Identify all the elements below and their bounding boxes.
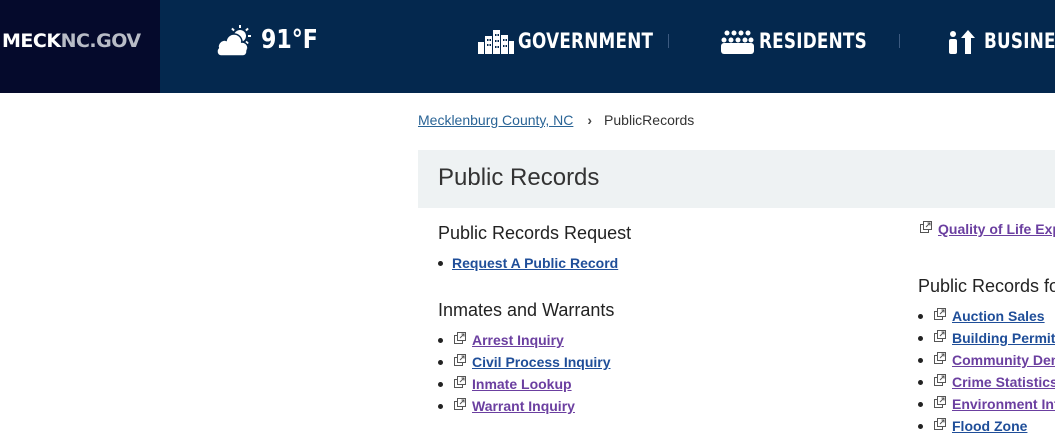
flood-zone-link[interactable]: Flood Zone — [952, 418, 1027, 434]
bullet — [918, 424, 923, 429]
community-dem-link[interactable]: Community Dem — [952, 352, 1055, 368]
request-public-record-link[interactable]: Request A Public Record — [452, 255, 618, 271]
logo-box[interactable]: MECKNC.GOV — [0, 0, 160, 93]
crime-statistics-link[interactable]: Crime Statistics — [952, 374, 1055, 390]
page-title: Public Records — [438, 164, 600, 191]
list-item: Community Dem — [918, 349, 1055, 371]
breadcrumb-current: PublicRecords — [604, 112, 695, 128]
list-item: Crime Statistics — [918, 371, 1055, 393]
quality-of-life-item: Quality of Life Expl — [918, 218, 1055, 240]
bullet — [918, 314, 923, 319]
bullet — [918, 380, 923, 385]
list-item: Environment Info — [918, 393, 1055, 415]
arrest-inquiry-link[interactable]: Arrest Inquiry — [472, 332, 564, 348]
bullet — [438, 338, 443, 343]
external-link-icon — [454, 376, 466, 388]
environment-info-link[interactable]: Environment Info — [952, 396, 1055, 412]
section-heading-inmates: Inmates and Warrants — [438, 300, 615, 320]
bullet — [918, 336, 923, 341]
site-header: MECKNC.GOV 91°F GOVERNMENT RESIDENTS BUS… — [0, 0, 1055, 93]
inmates-list: Arrest Inquiry Civil Process Inquiry Inm… — [438, 329, 611, 417]
warrant-inquiry-link[interactable]: Warrant Inquiry — [472, 398, 575, 414]
external-link-icon — [934, 396, 946, 408]
bullet — [918, 402, 923, 407]
bullet — [918, 358, 923, 363]
buildings-icon — [478, 30, 514, 54]
external-link-icon — [934, 418, 946, 430]
nav-separator — [899, 34, 900, 48]
external-link-icon — [454, 354, 466, 366]
external-link-icon — [920, 221, 932, 233]
external-link-icon — [454, 332, 466, 344]
temperature[interactable]: 91°F — [261, 25, 318, 55]
bullet — [438, 360, 443, 365]
business-icon — [949, 30, 975, 54]
partly-cloudy-icon — [216, 25, 251, 57]
external-link-icon — [934, 330, 946, 342]
civil-process-inquiry-link[interactable]: Civil Process Inquiry — [472, 354, 611, 370]
quality-of-life-link[interactable]: Quality of Life Expl — [938, 221, 1055, 237]
bullet — [438, 404, 443, 409]
bullet — [438, 261, 443, 266]
people-icon — [721, 30, 754, 54]
list-item: Inmate Lookup — [438, 373, 611, 395]
logo-light: NC.GOV — [60, 30, 142, 52]
list-item: Auction Sales — [918, 305, 1055, 327]
list-item: Arrest Inquiry — [438, 329, 611, 351]
external-link-icon — [934, 374, 946, 386]
auction-sales-link[interactable]: Auction Sales — [952, 308, 1045, 324]
nav-residents[interactable]: RESIDENTS — [759, 29, 867, 53]
external-link-icon — [934, 352, 946, 364]
list-item: Building Permits — [918, 327, 1055, 349]
logo-bold: MECK — [2, 30, 61, 52]
external-link-icon — [454, 398, 466, 410]
section-heading-records-for: Public Records fo — [918, 276, 1055, 296]
list-item: Request A Public Record — [438, 252, 618, 274]
bullet — [438, 382, 443, 387]
list-item: Warrant Inquiry — [438, 395, 611, 417]
chevron-right-icon: › — [587, 112, 593, 128]
nav-government[interactable]: GOVERNMENT — [518, 29, 653, 53]
nav-business[interactable]: BUSINES — [984, 29, 1055, 53]
page-title-bar: Public Records — [418, 150, 1055, 208]
section-heading-request: Public Records Request — [438, 223, 632, 243]
list-item: Flood Zone — [918, 415, 1055, 437]
records-for-list: Auction Sales Building Permits Community… — [918, 305, 1055, 437]
building-permits-link[interactable]: Building Permits — [952, 330, 1055, 346]
nav-separator — [668, 34, 669, 48]
external-link-icon — [934, 308, 946, 320]
inmate-lookup-link[interactable]: Inmate Lookup — [472, 376, 572, 392]
list-item: Civil Process Inquiry — [438, 351, 611, 373]
request-list: Request A Public Record — [438, 252, 618, 274]
breadcrumb-home-link[interactable]: Mecklenburg County, NC — [418, 112, 573, 128]
site-logo[interactable]: MECKNC.GOV — [2, 30, 141, 52]
breadcrumb: Mecklenburg County, NC › PublicRecords — [418, 112, 694, 128]
